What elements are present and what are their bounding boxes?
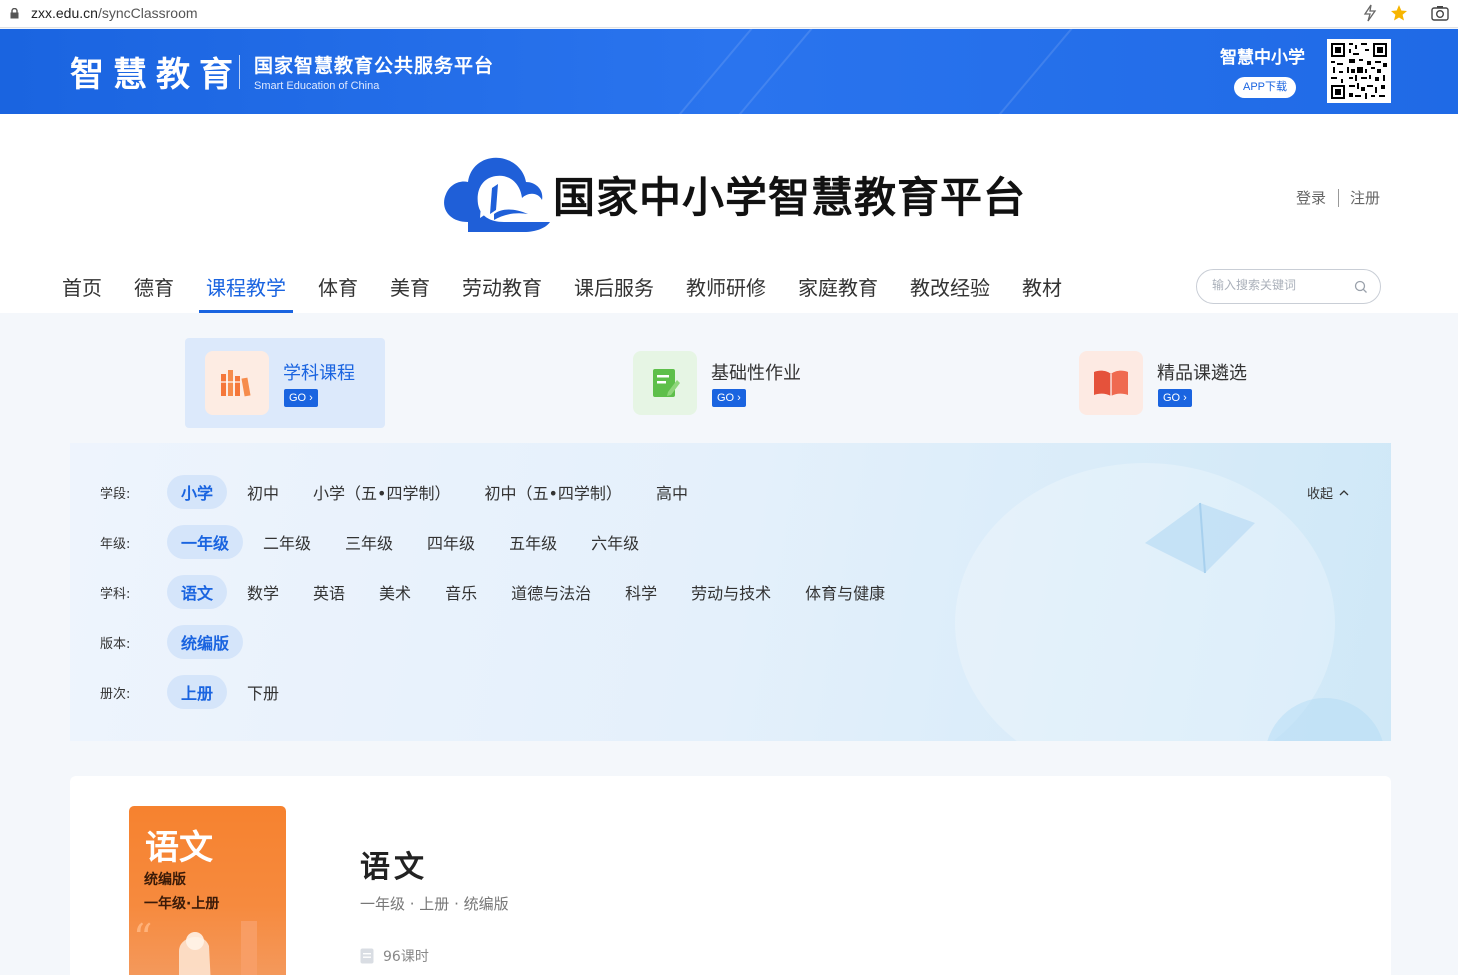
- filter-option[interactable]: 劳动与技术: [677, 575, 785, 609]
- filter-option[interactable]: 高中: [642, 475, 702, 509]
- course-meta: 一年级 · 上册 · 统编版: [360, 895, 509, 913]
- collapse-button[interactable]: 收起: [1307, 483, 1350, 502]
- chevron-up-icon: [1339, 489, 1349, 495]
- login-link[interactable]: 登录: [1296, 187, 1326, 208]
- filter-label: 版本:: [100, 636, 131, 652]
- url-text[interactable]: zxx.edu.cn/syncClassroom: [31, 5, 198, 21]
- go-button[interactable]: GO ›: [712, 389, 746, 407]
- feature-title: 精品课遴选: [1157, 363, 1247, 384]
- auth-separator: [1338, 188, 1340, 207]
- filter-panel: 收起 学段: 小学 初中 小学（五•四学制） 初中（五•四学制） 高中 年级: …: [70, 443, 1391, 741]
- star-icon[interactable]: [1389, 3, 1409, 23]
- platform-name-cn: 国家智慧教育公共服务平台: [254, 55, 495, 77]
- browser-address-bar: zxx.edu.cn/syncClassroom: [0, 0, 1458, 28]
- filter-row-subject: 学科: 语文 数学 英语 美术 音乐 道德与法治 科学 劳动与技术 体育与健康: [100, 575, 905, 609]
- document-icon: [360, 948, 374, 964]
- course-hours: 96课时: [360, 946, 429, 966]
- filter-option[interactable]: 体育与健康: [791, 575, 899, 609]
- filter-option[interactable]: 道德与法治: [497, 575, 605, 609]
- filter-label: 年级:: [100, 536, 131, 552]
- nav-item-moral-education[interactable]: 德育: [134, 272, 174, 313]
- lightning-icon[interactable]: [1360, 3, 1380, 23]
- register-link[interactable]: 注册: [1350, 187, 1380, 208]
- nav-item-labor-education[interactable]: 劳动教育: [462, 272, 542, 313]
- cloud-logo-icon[interactable]: [438, 152, 558, 234]
- main-nav: 首页 德育 课程教学 体育 美育 劳动教育 课后服务 教师研修 家庭教育 教改经…: [62, 272, 1094, 313]
- filter-option[interactable]: 统编版: [167, 625, 244, 659]
- filter-option[interactable]: 三年级: [331, 525, 407, 559]
- search-input[interactable]: [1212, 278, 1352, 292]
- filter-option[interactable]: 小学（五•四学制）: [299, 475, 464, 509]
- url-domain: zxx.edu.cn: [31, 5, 98, 21]
- site-header: 国家中小学智慧教育平台 登录 注册 首页 德育 课程教学 体育 美育 劳动教育 …: [0, 114, 1458, 313]
- nav-item-arts[interactable]: 美育: [390, 272, 430, 313]
- platform-name-en: Smart Education of China: [254, 80, 380, 92]
- feature-subject-courses[interactable]: 学科课程 GO ›: [185, 338, 385, 428]
- nav-item-after-school[interactable]: 课后服务: [574, 272, 654, 313]
- cover-grade: 一年级·上册: [144, 896, 220, 912]
- filter-option[interactable]: 数学: [233, 575, 293, 609]
- filter-option[interactable]: 五年级: [495, 525, 571, 559]
- filter-row-stage: 学段: 小学 初中 小学（五•四学制） 初中（五•四学制） 高中: [100, 475, 708, 509]
- filter-option[interactable]: 音乐: [431, 575, 491, 609]
- feature-quality-lessons[interactable]: 精品课遴选 GO ›: [1059, 338, 1259, 428]
- go-button[interactable]: GO ›: [1158, 389, 1192, 407]
- cover-illustration: “: [133, 916, 257, 975]
- course-cover[interactable]: 语文 统编版 一年级·上册 “: [129, 806, 286, 975]
- cover-title: 语文: [145, 828, 213, 868]
- filter-option[interactable]: 初中: [233, 475, 293, 509]
- filter-option[interactable]: 六年级: [577, 525, 653, 559]
- nav-item-reform-experience[interactable]: 教改经验: [910, 272, 990, 313]
- nav-item-family-education[interactable]: 家庭教育: [798, 272, 878, 313]
- feature-title: 学科课程: [283, 363, 355, 384]
- camera-icon[interactable]: [1430, 3, 1450, 23]
- decorative-book-icon: [1145, 502, 1255, 574]
- filter-row-volume: 册次: 上册 下册: [100, 675, 299, 709]
- books-icon: [205, 351, 269, 415]
- auth-links: 登录 注册: [1296, 187, 1380, 208]
- feature-title: 基础性作业: [711, 363, 801, 384]
- smart-education-logo[interactable]: 智慧教育: [70, 47, 242, 96]
- search-icon[interactable]: [1353, 279, 1369, 295]
- site-title: 国家中小学智慧教育平台: [553, 173, 1027, 222]
- filter-option[interactable]: 科学: [611, 575, 671, 609]
- filter-option[interactable]: 美术: [365, 575, 425, 609]
- nav-item-sports[interactable]: 体育: [318, 272, 358, 313]
- filter-option[interactable]: 小学: [167, 475, 228, 509]
- url-path: /syncClassroom: [97, 5, 198, 21]
- cover-edition: 统编版: [144, 872, 186, 888]
- app-title: 智慧中小学: [1220, 48, 1305, 68]
- nav-item-teacher-training[interactable]: 教师研修: [686, 272, 766, 313]
- lock-icon: [10, 8, 19, 19]
- qr-code-icon: [1327, 39, 1391, 103]
- top-banner: 智慧教育 国家智慧教育公共服务平台 Smart Education of Chi…: [0, 29, 1458, 114]
- filter-option[interactable]: 一年级: [167, 525, 244, 559]
- filter-row-edition: 版本: 统编版: [100, 625, 249, 659]
- filter-label: 学段:: [100, 486, 131, 502]
- search-box: [1196, 269, 1381, 304]
- filter-option[interactable]: 二年级: [249, 525, 325, 559]
- feature-basic-homework[interactable]: 基础性作业 GO ›: [613, 338, 813, 428]
- filter-row-grade: 年级: 一年级 二年级 三年级 四年级 五年级 六年级: [100, 525, 659, 559]
- homework-icon: [633, 351, 697, 415]
- filter-option[interactable]: 英语: [299, 575, 359, 609]
- svg-text:“: “: [133, 916, 152, 960]
- filter-option[interactable]: 语文: [167, 575, 228, 609]
- nav-item-textbooks[interactable]: 教材: [1022, 272, 1062, 313]
- open-book-icon: [1079, 351, 1143, 415]
- filter-option[interactable]: 下册: [233, 675, 293, 709]
- course-card[interactable]: 语文 统编版 一年级·上册 “ 语文 一年级 · 上册 · 统编版 96课时: [70, 776, 1391, 975]
- filter-option[interactable]: 四年级: [413, 525, 489, 559]
- go-button[interactable]: GO ›: [284, 389, 318, 407]
- filter-label: 学科:: [100, 586, 131, 602]
- filter-option[interactable]: 初中（五•四学制）: [470, 475, 635, 509]
- banner-divider: [239, 55, 240, 89]
- course-title[interactable]: 语文: [360, 842, 428, 886]
- nav-item-home[interactable]: 首页: [62, 272, 102, 313]
- filter-option[interactable]: 上册: [167, 675, 228, 709]
- app-download-button[interactable]: APP下载: [1234, 77, 1296, 98]
- nav-item-courses[interactable]: 课程教学: [199, 272, 293, 313]
- filter-label: 册次:: [100, 686, 131, 702]
